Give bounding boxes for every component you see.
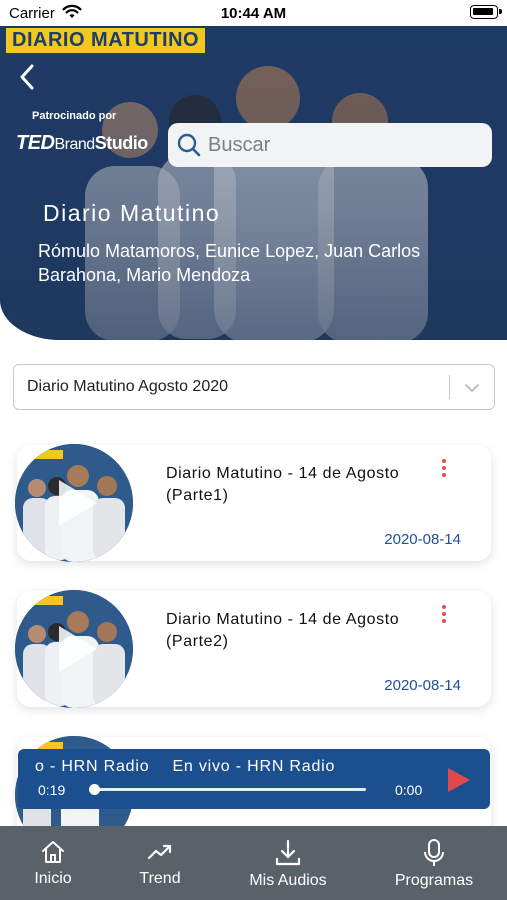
bottom-tab-bar: Inicio Trend Mis Audios Programas bbox=[0, 826, 507, 900]
play-icon[interactable] bbox=[445, 766, 473, 794]
tab-trend[interactable]: Trend bbox=[110, 826, 210, 900]
tab-label: Programas bbox=[394, 872, 474, 889]
clock: 10:44 AM bbox=[220, 5, 287, 22]
total-time: 0:00 bbox=[395, 782, 423, 798]
progress-knob[interactable] bbox=[89, 784, 100, 795]
tab-label: Inicio bbox=[34, 870, 72, 887]
more-options-icon[interactable] bbox=[437, 459, 451, 481]
microphone-icon bbox=[424, 839, 444, 866]
episode-title: Diario Matutino - 14 de Agosto (Parte2) bbox=[166, 611, 400, 650]
progress-slider[interactable] bbox=[89, 784, 366, 795]
show-header: DIARIO MATUTINO Patrocinado por TEDBrand… bbox=[0, 26, 507, 340]
sponsor-logo: TEDBrandStudio bbox=[16, 132, 148, 155]
tab-mis-audios[interactable]: Mis Audios bbox=[238, 826, 338, 900]
battery-icon bbox=[470, 5, 502, 19]
download-icon bbox=[275, 839, 301, 866]
home-icon bbox=[42, 841, 64, 863]
now-playing-marquee: o - HRN Radio En vivo - HRN Radio bbox=[35, 758, 435, 776]
sponsor-logo-ted: TED bbox=[16, 132, 55, 154]
chevron-down-icon bbox=[465, 384, 479, 392]
now-playing-text: En vivo - HRN Radio bbox=[172, 758, 336, 775]
sponsor-logo-studio: Studio bbox=[94, 133, 149, 153]
now-playing-text: o - HRN Radio bbox=[35, 758, 150, 775]
tab-label: Mis Audios bbox=[249, 872, 327, 889]
tab-label: Trend bbox=[139, 870, 181, 887]
select-divider bbox=[449, 375, 450, 399]
episode-date: 2020-08-14 bbox=[384, 677, 461, 694]
trend-icon bbox=[147, 844, 172, 860]
sponsor-logo-brand: Brand bbox=[54, 136, 96, 153]
show-banner: DIARIO MATUTINO bbox=[6, 28, 206, 53]
episode-date: 2020-08-14 bbox=[384, 531, 461, 548]
season-dropdown[interactable]: Diario Matutino Agosto 2020 bbox=[13, 364, 495, 410]
episode-title: Diario Matutino - 14 de Agosto (Parte1) bbox=[166, 465, 400, 504]
hero-overlay bbox=[0, 26, 507, 340]
tab-programas[interactable]: Programas bbox=[384, 826, 484, 900]
back-icon[interactable] bbox=[14, 62, 44, 92]
elapsed-time: 0:19 bbox=[38, 782, 66, 798]
show-hosts: Rómulo Matamoros, Eunice Lopez, Juan Car… bbox=[38, 241, 421, 285]
tab-inicio[interactable]: Inicio bbox=[3, 826, 103, 900]
more-options-icon[interactable] bbox=[437, 605, 451, 627]
status-bar: Carrier 10:44 AM bbox=[0, 0, 507, 26]
show-title: Diario Matutino bbox=[43, 200, 221, 226]
episode-thumbnail bbox=[15, 590, 133, 708]
season-selected-value: Diario Matutino Agosto 2020 bbox=[27, 378, 229, 395]
search-input[interactable] bbox=[208, 133, 478, 157]
episode-thumbnail bbox=[15, 444, 133, 562]
episode-card[interactable]: Diario Matutino - 14 de Agosto (Parte2) … bbox=[15, 590, 491, 708]
mini-player[interactable]: o - HRN Radio En vivo - HRN Radio 0:19 0:… bbox=[18, 749, 490, 809]
search-bar[interactable] bbox=[168, 123, 492, 167]
search-icon bbox=[177, 133, 201, 157]
episode-card[interactable]: Diario Matutino - 14 de Agosto (Parte1) … bbox=[15, 444, 491, 562]
sponsor-label: Patrocinado por bbox=[32, 110, 117, 122]
